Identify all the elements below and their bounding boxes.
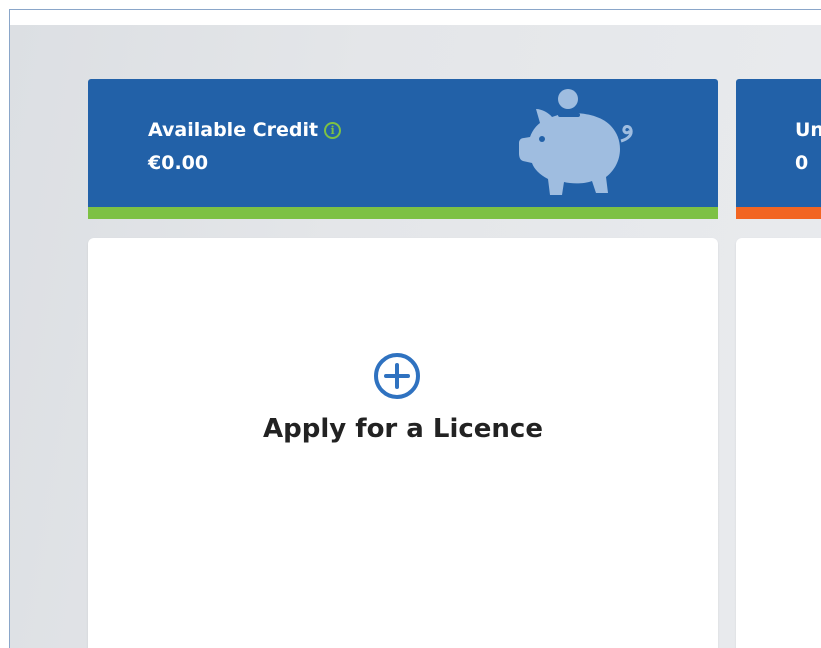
available-credit-label: Available Credit [148,119,319,141]
unpaid-label: Un [795,119,821,141]
apply-licence-card[interactable]: Apply for a Licence [88,238,718,648]
plus-circle-icon [374,353,420,399]
secondary-action-card[interactable] [736,238,821,648]
apply-licence-title: Apply for a Licence [263,414,543,444]
app-window: Available Credit i €0.00 Un [0,0,821,648]
available-credit-card: Available Credit i €0.00 [88,79,718,219]
dashboard: Available Credit i €0.00 Un [9,9,821,648]
top-strip [0,0,821,9]
available-credit-value: €0.00 [148,152,209,174]
credit-accent-bar [88,207,718,219]
unpaid-card: Un 0 [736,79,821,219]
dashboard-background: Available Credit i €0.00 Un [10,25,821,648]
unpaid-accent-bar [736,207,821,219]
info-icon[interactable]: i [324,121,342,139]
unpaid-value: 0 [795,152,809,174]
piggy-bank-icon [519,89,633,195]
available-credit-label-row: Available Credit i [148,119,342,141]
